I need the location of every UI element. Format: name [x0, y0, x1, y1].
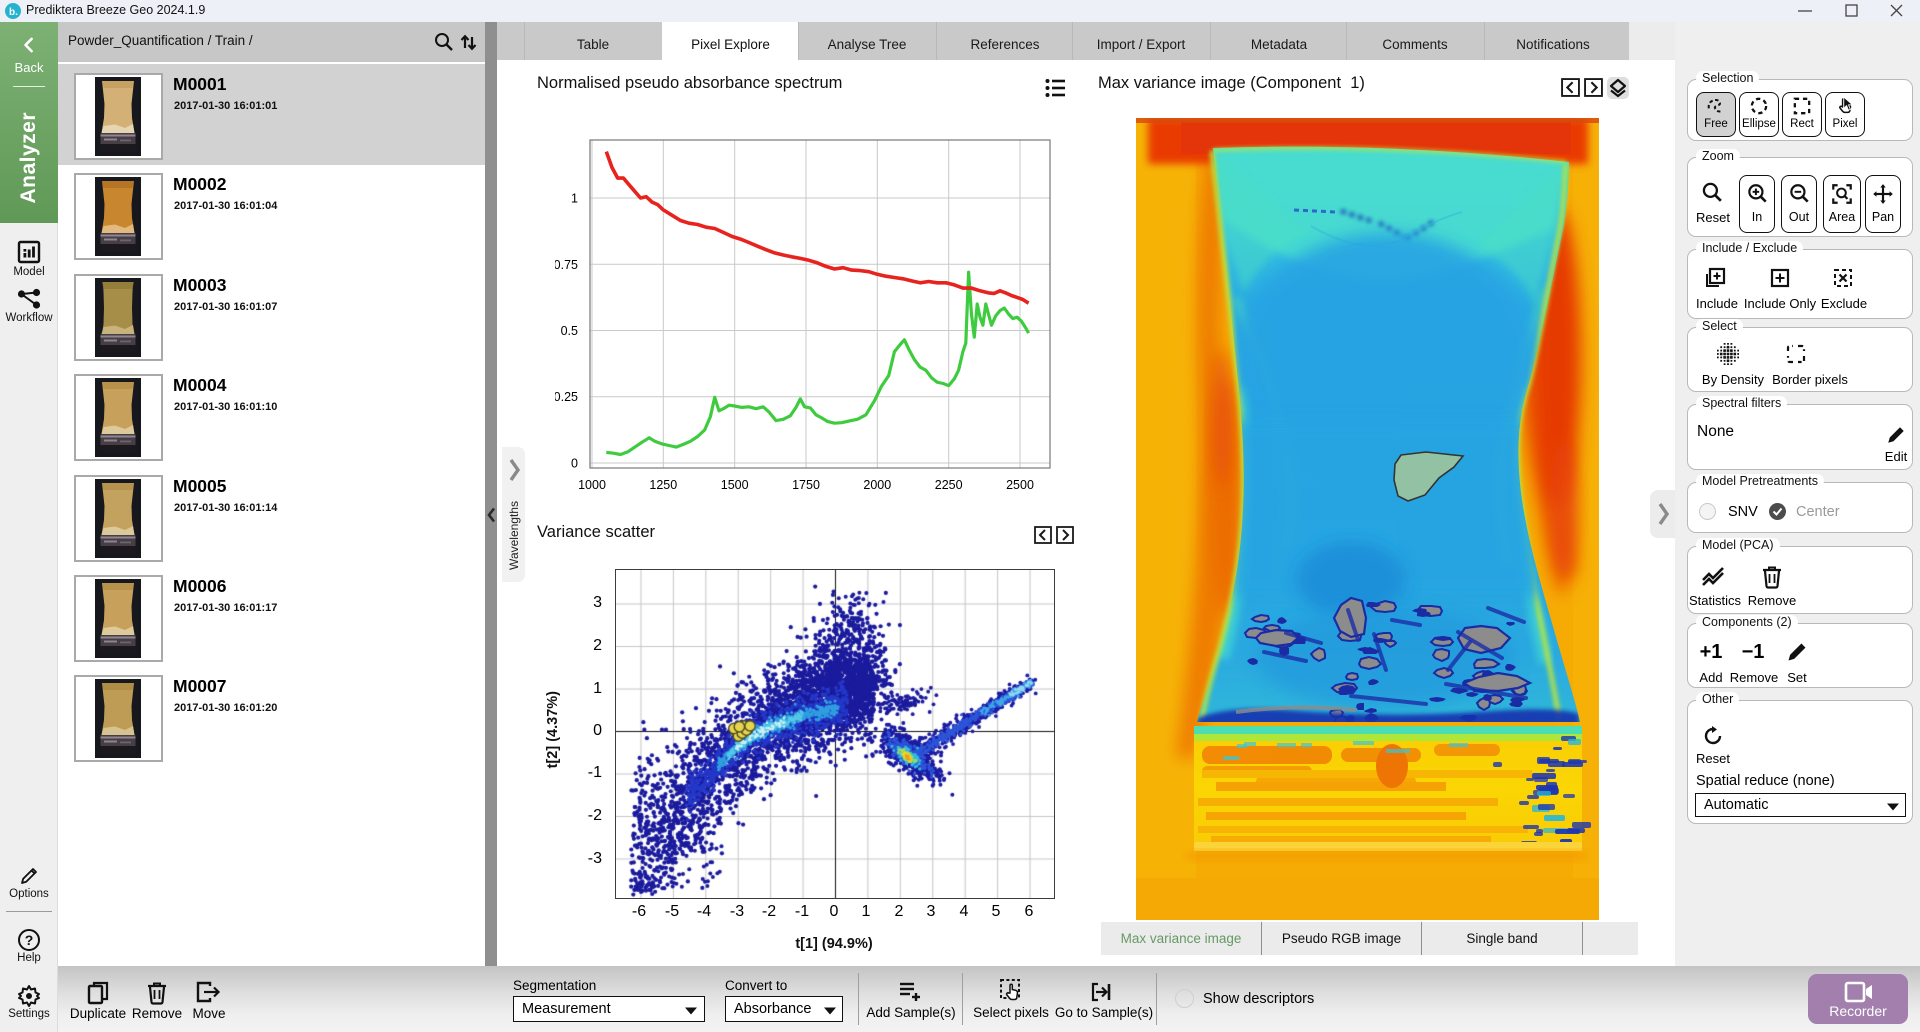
svg-text:0.75: 0.75 [555, 258, 578, 272]
svg-text:b.: b. [9, 7, 18, 18]
svg-text:0.5: 0.5 [561, 324, 578, 338]
svg-text:1000: 1000 [578, 478, 606, 492]
svg-text:1500: 1500 [721, 478, 749, 492]
svg-text:2250: 2250 [935, 478, 963, 492]
svg-text:0.25: 0.25 [555, 390, 578, 404]
svg-text:1: 1 [571, 192, 578, 206]
svg-text:2000: 2000 [863, 478, 891, 492]
svg-text:2500: 2500 [1006, 478, 1034, 492]
svg-text:1250: 1250 [649, 478, 677, 492]
svg-text:1750: 1750 [792, 478, 820, 492]
svg-text:0: 0 [571, 457, 578, 471]
svg-text:?: ? [25, 932, 34, 948]
